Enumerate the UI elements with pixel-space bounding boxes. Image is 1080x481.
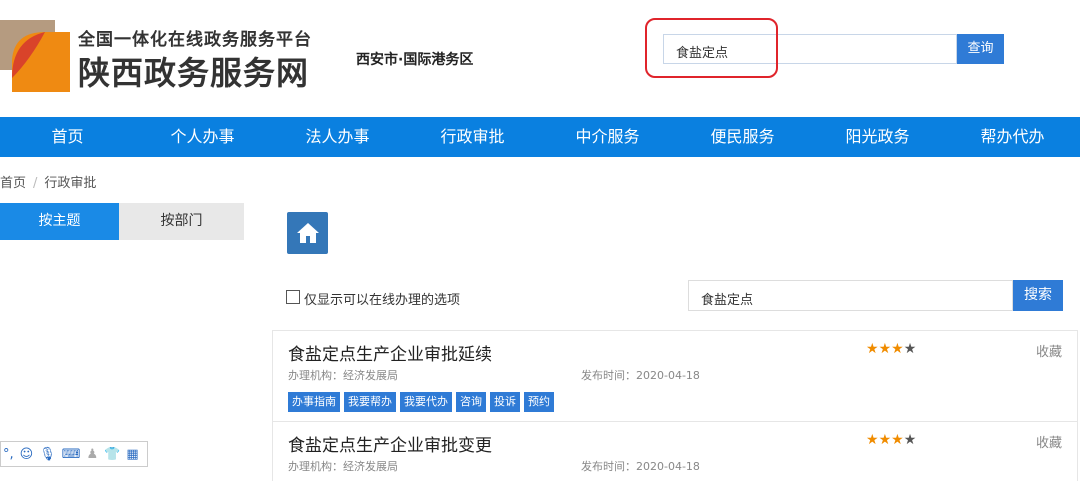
user-icon[interactable]: ♟ [86,447,98,462]
list-item: 食盐定点生产企业审批延续 办理机构：经济发展局 发布时间：2020-04-18 … [272,330,1078,421]
help-button[interactable]: 我要帮办 [344,392,396,412]
consult-button[interactable]: 咨询 [456,392,486,412]
tab-by-department[interactable]: 按部门 [119,203,244,240]
guide-button[interactable]: 办事指南 [288,392,340,412]
nav-personal[interactable]: 个人办事 [135,117,270,157]
star-icon: ★ [891,341,904,357]
emoji-icon[interactable]: ☺ [20,447,34,462]
keyboard-icon[interactable]: ⌨ [62,447,81,462]
skin-icon[interactable]: 👕 [104,447,120,462]
results-search-button[interactable]: 搜索 [1013,280,1063,311]
item-title[interactable]: 食盐定点生产企业审批变更 [288,431,492,456]
appointment-button[interactable]: 预约 [524,392,554,412]
item-date: 发布时间：2020-04-18 [581,369,700,382]
microphone-icon[interactable]: 🎙 [39,447,56,462]
results-search-input[interactable]: 食盐定点 [688,280,1013,311]
star-icon: ★ [903,432,917,448]
rating-stars: ★★★★ [866,432,916,448]
main-nav: 首页 个人办事 法人办事 行政审批 中介服务 便民服务 阳光政务 帮办代办 [0,117,1080,157]
highlight-annotation [645,18,778,78]
nav-open-gov[interactable]: 阳光政务 [810,117,945,157]
online-only-label: 仅显示可以在线办理的选项 [304,293,461,308]
online-only-checkbox[interactable] [286,290,300,304]
proxy-button[interactable]: 我要代办 [400,392,452,412]
nav-assist[interactable]: 帮办代办 [945,117,1080,157]
region-label[interactable]: 西安市·国际港务区 [356,49,473,69]
star-icon: ★ [903,341,917,357]
list-item: 食盐定点生产企业审批变更 办理机构：经济发展局 发布时间：2020-04-18 … [272,421,1078,481]
logo-icon [0,20,70,92]
star-icon: ★ [878,341,892,357]
logo-title[interactable]: 陕西政务服务网 [78,48,309,94]
logo-subtitle: 全国一体化在线政务服务平台 [78,30,312,50]
home-icon [296,223,319,243]
star-icon: ★ [866,432,879,448]
complain-button[interactable]: 投诉 [490,392,520,412]
favorite-button[interactable]: 收藏 [1036,341,1062,360]
ime-toolbar: °, ☺ 🎙 ⌨ ♟ 👕 ▦ [0,441,148,467]
breadcrumb: 首页 / 行政审批 [0,176,97,191]
nav-admin-approval[interactable]: 行政审批 [405,117,540,157]
star-icon: ★ [866,341,879,357]
item-org: 办理机构：经济发展局 [288,369,398,382]
nav-legal-person[interactable]: 法人办事 [270,117,405,157]
favorite-button[interactable]: 收藏 [1036,432,1062,451]
grid-icon[interactable]: ▦ [126,447,138,462]
nav-convenience[interactable]: 便民服务 [675,117,810,157]
nav-intermediary[interactable]: 中介服务 [540,117,675,157]
punctuation-icon[interactable]: °, [3,447,14,462]
home-button[interactable] [287,212,328,254]
top-search-button[interactable]: 查询 [957,34,1004,64]
breadcrumb-home[interactable]: 首页 [0,176,26,191]
star-icon: ★ [891,432,904,448]
nav-home[interactable]: 首页 [0,117,135,157]
breadcrumb-current: 行政审批 [44,176,97,191]
star-icon: ★ [878,432,892,448]
tab-by-topic[interactable]: 按主题 [0,203,119,240]
rating-stars: ★★★★ [866,341,916,357]
item-title[interactable]: 食盐定点生产企业审批延续 [288,340,492,365]
